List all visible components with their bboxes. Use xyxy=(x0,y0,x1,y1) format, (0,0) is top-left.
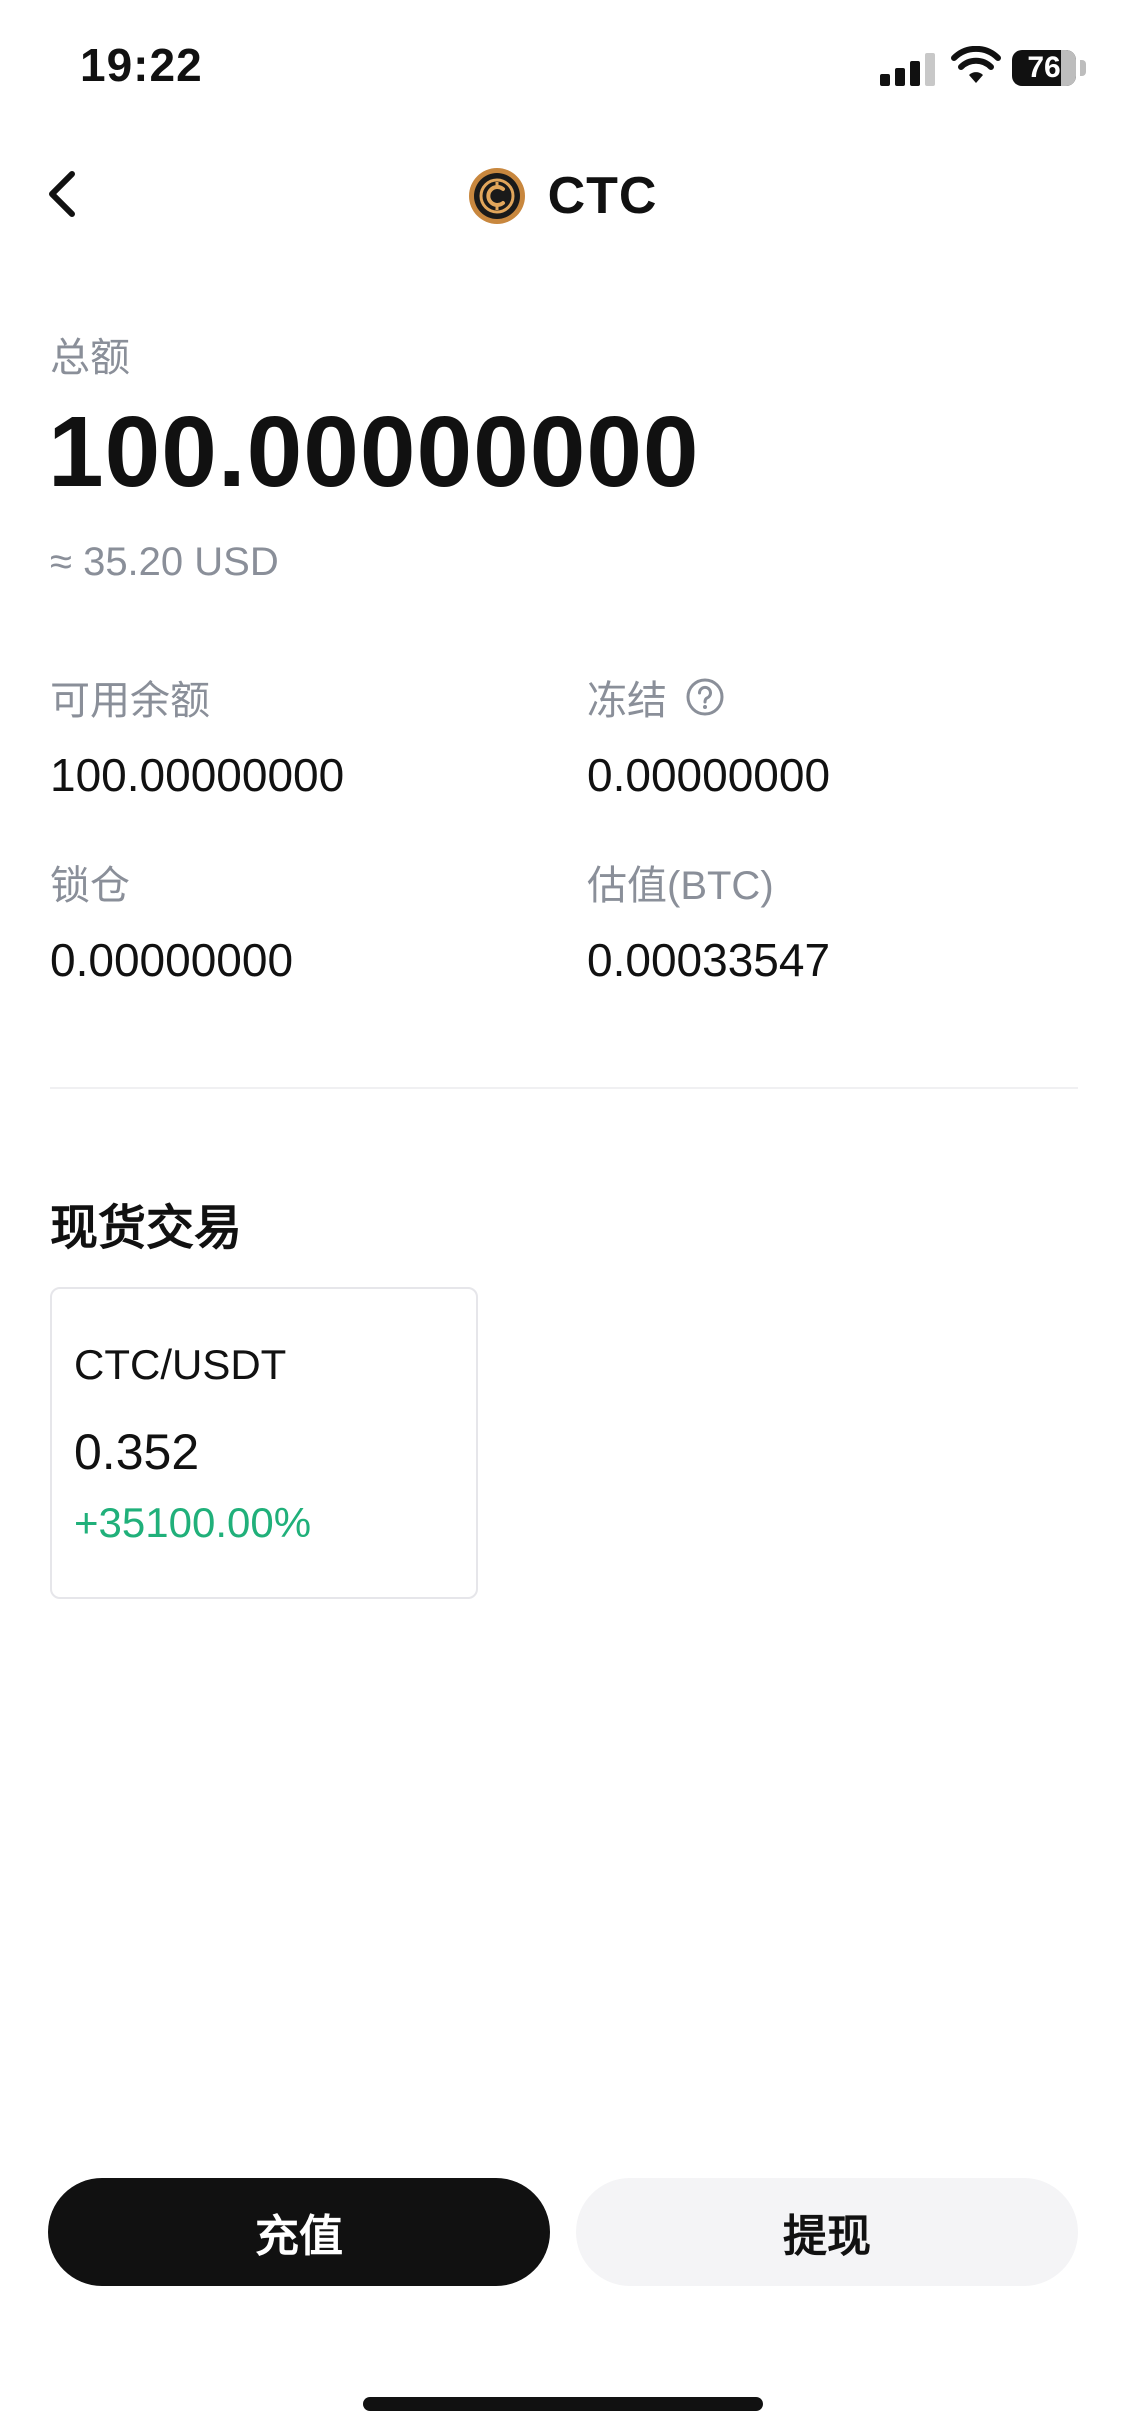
stat-available: 可用余额 100.00000000 xyxy=(50,668,550,802)
total-balance: 100.00000000 xyxy=(48,396,700,508)
section-title-spot: 现货交易 xyxy=(50,1202,243,1255)
stat-available-value: 100.00000000 xyxy=(50,749,345,801)
home-indicator xyxy=(363,2397,763,2411)
market-change: +35100.00% xyxy=(74,1499,312,1546)
deposit-button[interactable]: 充值 xyxy=(48,2178,550,2286)
battery-tip xyxy=(1080,60,1086,76)
cellular-signal-icon xyxy=(880,52,936,86)
market-price: 0.352 xyxy=(74,1424,200,1480)
stat-btc-value-amount: 0.00033547 xyxy=(587,934,831,986)
nav-title-group: CTC xyxy=(0,166,1125,226)
stat-btc-value: 估值(BTC) 0.00033547 xyxy=(587,853,1087,987)
stat-frozen-value: 0.00000000 xyxy=(587,749,831,801)
status-time: 19:22 xyxy=(80,39,203,91)
market-card-ctc-usdt[interactable]: CTC/USDT 0.352 +35100.00% xyxy=(50,1287,478,1599)
total-label: 总额 xyxy=(50,336,130,380)
page-title: CTC xyxy=(547,167,658,225)
withdraw-button[interactable]: 提现 xyxy=(576,2178,1078,2286)
wifi-icon xyxy=(951,46,1001,83)
stat-btc-value-label: 估值(BTC) xyxy=(587,864,774,908)
stat-locked-value: 0.00000000 xyxy=(50,934,294,986)
market-pair: CTC/USDT xyxy=(74,1341,287,1388)
status-bar: 19:22 76 xyxy=(0,0,1125,140)
total-fiat-value: ≈ 35.20 USD xyxy=(50,540,279,584)
battery-percentage: 76 xyxy=(1027,51,1061,84)
stat-frozen-label-row: 冻结 xyxy=(587,668,1087,726)
ctc-coin-icon xyxy=(468,168,525,224)
stat-available-label: 可用余额 xyxy=(50,679,210,723)
stat-frozen: 冻结 0.00000000 xyxy=(587,668,1087,802)
nav-header: CTC xyxy=(0,140,1125,250)
stat-frozen-label: 冻结 xyxy=(587,679,667,723)
stat-locked: 锁仓 0.00000000 xyxy=(50,853,550,987)
divider xyxy=(50,1087,1078,1089)
battery-icon: 76 xyxy=(1012,50,1076,86)
stat-locked-label: 锁仓 xyxy=(50,864,130,908)
question-circle-icon[interactable] xyxy=(685,677,725,717)
